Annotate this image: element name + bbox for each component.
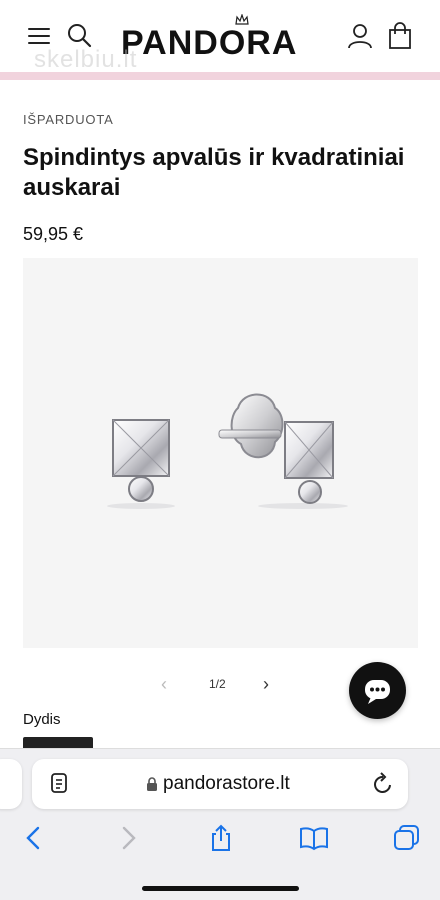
lock-icon [147, 777, 157, 791]
brand-logo[interactable]: PANDORA [121, 14, 315, 62]
forward-icon[interactable] [113, 823, 143, 853]
size-label: Dydis [23, 711, 61, 728]
tabs-icon[interactable] [392, 823, 422, 853]
product-image[interactable] [23, 258, 418, 648]
reader-icon[interactable] [50, 772, 70, 796]
watermark: skelbiu.lt [34, 46, 138, 73]
previous-tab-peek[interactable] [0, 759, 22, 809]
product-category: IŠPARDUOTA [23, 112, 114, 127]
promo-bar [0, 72, 440, 80]
home-indicator[interactable] [142, 886, 299, 891]
back-icon[interactable] [19, 823, 49, 853]
user-icon[interactable] [346, 22, 374, 50]
bookmarks-icon[interactable] [299, 823, 329, 853]
shopping-bag-icon[interactable] [386, 22, 414, 50]
share-icon[interactable] [206, 823, 236, 853]
gallery-counter: 1/2 [209, 677, 226, 691]
url-text: pandorastore.lt [163, 773, 290, 794]
chat-button[interactable] [349, 662, 406, 719]
brand-name: PANDORA [121, 24, 298, 62]
address-bar[interactable]: pandorastore.lt [32, 759, 408, 809]
site-header: PANDORA skelbiu.lt [0, 0, 440, 73]
product-title: Spindintys apvalūs ir kvadratiniai auska… [23, 144, 405, 201]
product-price: 59,95 € [23, 224, 84, 244]
chat-bubble-icon [365, 680, 390, 704]
earrings-illustration [107, 393, 348, 509]
browser-nav-row [0, 823, 440, 855]
browser-toolbar: pandorastore.lt [0, 748, 440, 900]
chevron-right-icon[interactable]: › [263, 674, 269, 695]
reload-icon[interactable] [372, 772, 394, 796]
chevron-left-icon[interactable]: ‹ [161, 674, 167, 695]
